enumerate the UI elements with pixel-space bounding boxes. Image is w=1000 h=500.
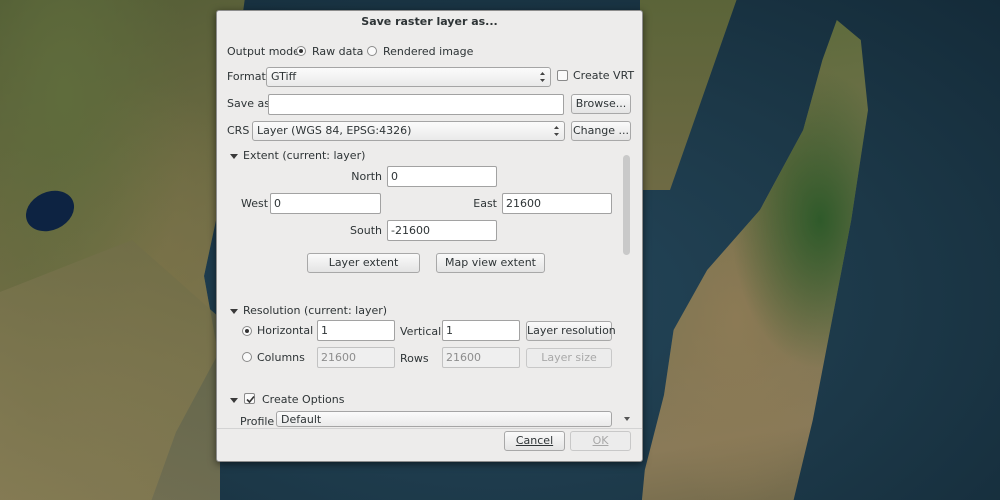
columns-input[interactable]: 21600	[317, 347, 395, 368]
rendered-image-radio[interactable]	[367, 46, 377, 56]
combo-arrows-icon	[540, 72, 545, 82]
change-crs-button[interactable]: Change ...	[571, 121, 631, 141]
scrollbar-thumb[interactable]	[623, 155, 630, 255]
layer-size-button[interactable]: Layer size	[526, 348, 612, 368]
format-combo[interactable]: GTiff	[266, 67, 551, 87]
cancel-button[interactable]: Cancel	[504, 431, 565, 451]
horizontal-input[interactable]: 1	[317, 320, 395, 341]
crs-combo[interactable]: Layer (WGS 84, EPSG:4326)	[252, 121, 565, 141]
south-label: South	[350, 224, 382, 237]
dialog-title: Save raster layer as...	[361, 15, 498, 28]
north-label: North	[351, 170, 382, 183]
resolution-header[interactable]: Resolution (current: layer)	[243, 304, 387, 318]
profile-combo[interactable]: Default	[276, 411, 612, 427]
layer-resolution-button[interactable]: Layer resolution	[526, 321, 616, 341]
map-view-extent-button[interactable]: Map view extent	[436, 253, 545, 273]
raw-data-label[interactable]: Raw data	[312, 45, 363, 59]
output-mode-label: Output mode	[227, 45, 300, 58]
collapse-triangle-icon[interactable]	[230, 154, 238, 159]
rendered-image-label[interactable]: Rendered image	[383, 45, 473, 59]
scroll-down-icon[interactable]	[623, 415, 631, 423]
create-vrt-checkbox[interactable]	[557, 70, 568, 81]
format-value: GTiff	[271, 70, 297, 83]
profile-label: Profile	[240, 415, 275, 428]
crs-value: Layer (WGS 84, EPSG:4326)	[257, 124, 412, 137]
north-input[interactable]: 0	[387, 166, 497, 187]
west-label: West	[241, 197, 269, 210]
save-as-input[interactable]	[268, 94, 564, 115]
format-label: Format	[227, 70, 266, 83]
collapse-triangle-icon[interactable]	[230, 398, 238, 403]
extent-header[interactable]: Extent (current: layer)	[243, 149, 365, 163]
horizontal-radio[interactable]	[242, 326, 252, 336]
raw-data-radio[interactable]	[296, 46, 306, 56]
browse-button[interactable]: Browse...	[571, 94, 631, 114]
combo-arrows-icon	[554, 126, 559, 136]
layer-extent-button[interactable]: Layer extent	[307, 253, 420, 273]
footer-divider	[217, 428, 642, 429]
cancel-label: Cancel	[515, 434, 554, 447]
columns-label[interactable]: Columns	[257, 351, 305, 365]
collapse-triangle-icon[interactable]	[230, 309, 238, 314]
save-as-label: Save as	[227, 97, 270, 110]
create-options-label[interactable]: Create Options	[262, 393, 345, 407]
rows-input[interactable]: 21600	[442, 347, 520, 368]
columns-radio[interactable]	[242, 352, 252, 362]
create-vrt-label[interactable]: Create VRT	[573, 69, 634, 83]
checkmark-icon	[246, 395, 255, 404]
save-raster-dialog: Save raster layer as... Output mode Raw …	[216, 10, 643, 462]
ok-button[interactable]: OK	[570, 431, 631, 451]
ok-label: OK	[592, 434, 609, 447]
vertical-input[interactable]: 1	[442, 320, 520, 341]
crs-label: CRS	[227, 124, 250, 137]
east-label: East	[473, 197, 497, 210]
west-input[interactable]: 0	[270, 193, 381, 214]
vertical-label: Vertical	[400, 325, 442, 338]
east-input[interactable]: 21600	[502, 193, 612, 214]
create-options-checkbox[interactable]	[244, 393, 255, 404]
profile-value: Default	[281, 413, 322, 426]
horizontal-label[interactable]: Horizontal	[257, 324, 313, 338]
rows-label: Rows	[400, 352, 429, 365]
south-input[interactable]: -21600	[387, 220, 497, 241]
